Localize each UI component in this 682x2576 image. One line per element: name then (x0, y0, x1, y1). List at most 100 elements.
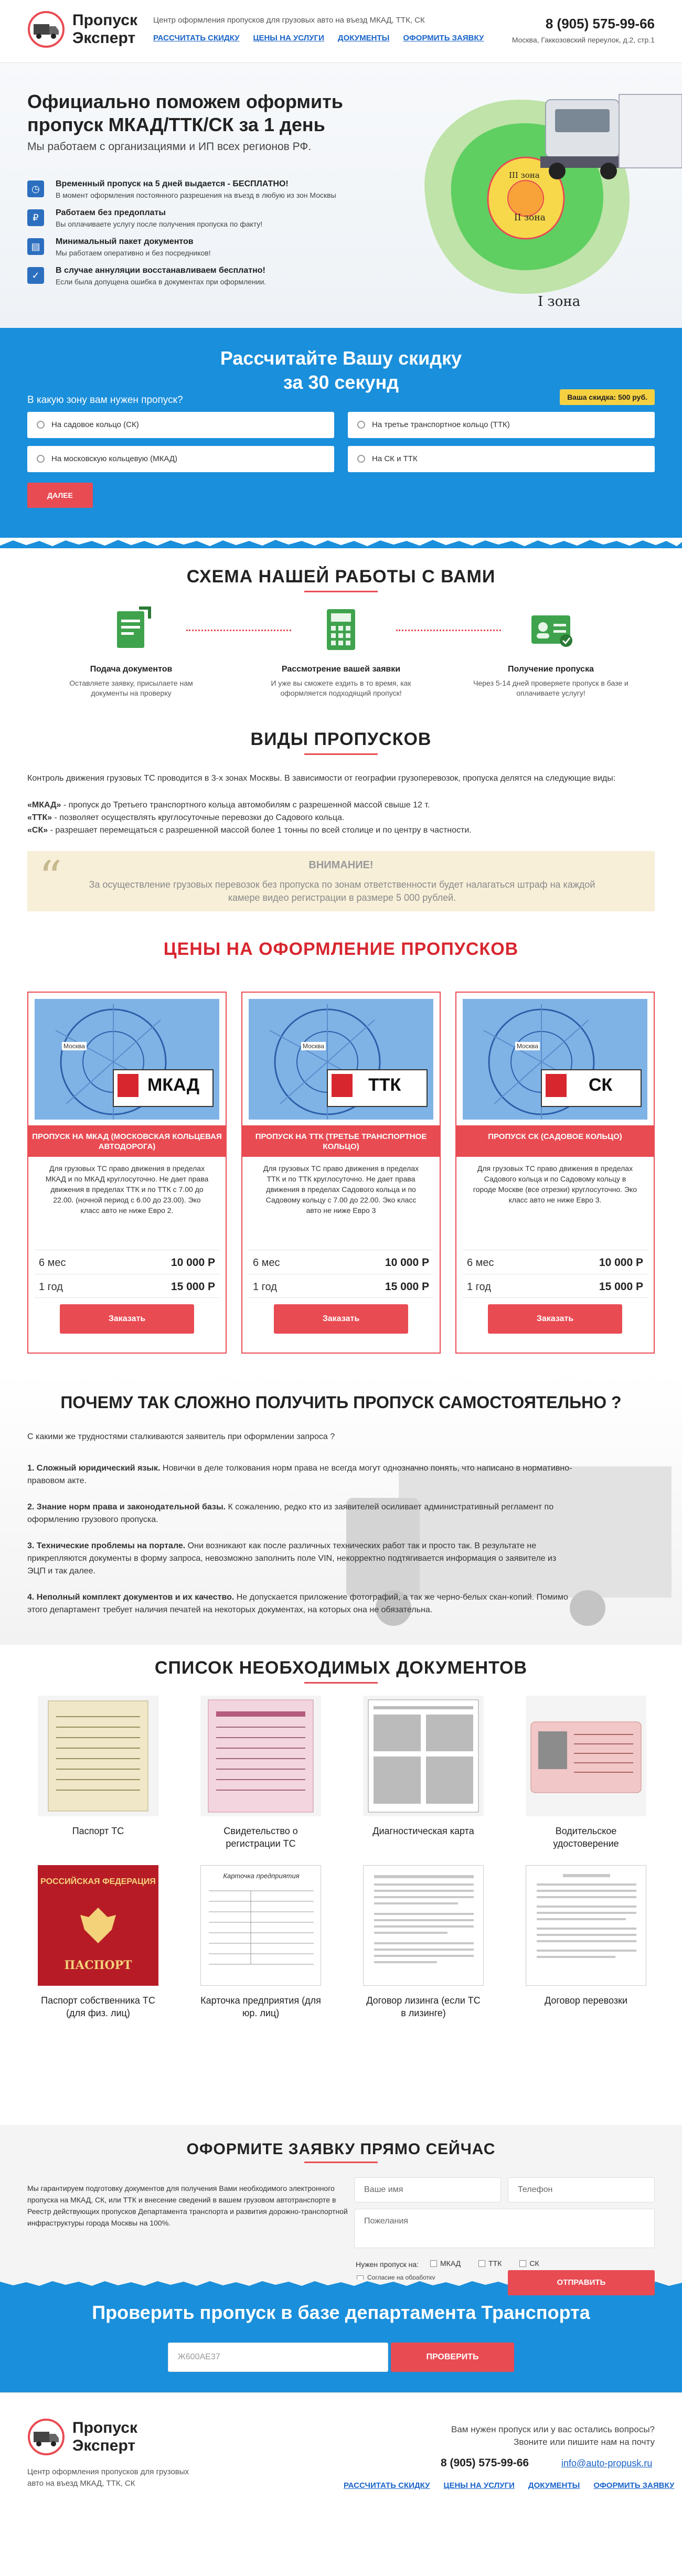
why-point: 1. Сложный юридический язык. Новички в д… (27, 1462, 573, 1487)
benefit-title: В случае аннуляции восстанавливаем беспл… (56, 266, 265, 275)
why-point: 3. Технические проблемы на портале. Они … (27, 1540, 573, 1578)
prices-title: ЦЕНЫ НА ОФОРМЛЕНИЕ ПРОПУСКОВ (163, 939, 519, 959)
footer-logo[interactable]: Пропуск Эксперт (27, 2418, 137, 2456)
nav-order-link[interactable]: ОФОРМИТЬ ЗАЯВКУ (403, 34, 484, 42)
footer-email[interactable]: info@auto-propusk.ru (561, 2458, 652, 2469)
step-desc: Оставляете заявку, присылаете нам докуме… (69, 679, 193, 697)
doc-item: РОССИЙСКАЯ ФЕДЕРАЦИЯ ПАСПОРТ Паспорт соб… (38, 1865, 158, 2019)
hero-section: Официально поможем оформить пропуск МКАД… (0, 63, 682, 328)
footer-description: Центр оформления пропусков для грузовых … (27, 2467, 189, 2488)
doc-item: Договор перевозки (526, 1865, 646, 2007)
wishes-textarea[interactable]: Пожелания (354, 2209, 655, 2248)
zone3-label: III зона (509, 171, 540, 180)
checkbox-mkad[interactable]: МКАД (430, 2259, 461, 2268)
nav-prices-link[interactable]: ЦЕНЫ НА УСЛУГИ (253, 34, 324, 42)
logo-line2: Эксперт (72, 2437, 136, 2454)
document-upload-icon (108, 606, 155, 653)
nav-docs-link[interactable]: ДОКУМЕНТЫ (528, 2481, 580, 2490)
price-row: 1 год 15 000 Р (463, 1274, 647, 1298)
checkbox-label: ТТК (488, 2259, 502, 2268)
step-title: Рассмотрение вашей заявки (281, 665, 401, 674)
order-button[interactable]: Заказать (274, 1304, 408, 1334)
nav-prices-link[interactable]: ЦЕНЫ НА УСЛУГИ (444, 2481, 515, 2490)
checkbox-ttk[interactable]: ТТК (478, 2259, 502, 2268)
doc-item: Водительское удостоверение (526, 1696, 646, 1850)
footer-phone[interactable]: 8 (905) 575-99-66 (441, 2457, 529, 2469)
header-nav: РАССЧИТАТЬ СКИДКУ ЦЕНЫ НА УСЛУГИ ДОКУМЕН… (153, 34, 484, 42)
benefit-desc: Если была допущена ошибка в документах п… (56, 278, 267, 286)
price-row: 6 мес 10 000 Р (463, 1250, 647, 1274)
attention-title: ВНИМАНИЕ! (308, 859, 374, 871)
nav-order-link[interactable]: ОФОРМИТЬ ЗАЯВКУ (593, 2481, 674, 2490)
pass-label: Нужен пропуск на: (356, 2260, 419, 2269)
truck-logo-icon (27, 10, 65, 48)
zone-option-label: На московскую кольцевую (МКАД) (51, 454, 178, 463)
truck-logo-icon (27, 2418, 65, 2456)
site-header: Пропуск Эксперт Центр оформления пропуско… (0, 0, 682, 63)
zone-option-ttk[interactable]: На третье транспортное кольцо (ТТК) (348, 412, 655, 438)
coat-of-arms-icon (80, 1908, 116, 1943)
checkbox-sk[interactable]: СК (519, 2259, 539, 2268)
price-period: 6 мес (253, 1257, 280, 1269)
price-row: 1 год 15 000 Р (249, 1274, 433, 1298)
calc-title-line1: Рассчитайте Вашу скидку (220, 347, 462, 369)
header-phone[interactable]: 8 (905) 575-99-66 (546, 16, 655, 32)
name-input[interactable]: Ваше имя (354, 2177, 501, 2202)
nav-calc-link[interactable]: РАССЧИТАТЬ СКИДКУ (153, 34, 240, 42)
map-city-label: Москва (515, 1042, 540, 1050)
radio-button[interactable] (357, 455, 365, 463)
site-footer: Пропуск Эксперт Центр оформления пропуско… (0, 2392, 682, 2576)
header-address: Москва, Гаккозовский переулок, д.2, стр.… (512, 36, 655, 44)
nav-docs-link[interactable]: ДОКУМЕНТЫ (338, 34, 389, 42)
type-key: «ТТК» (27, 813, 52, 822)
price-card-ttk: Москва ТТК ПРОПУСК НА ТТК (ТРЕТЬЕ ТРАНСП… (241, 992, 441, 1354)
scheme-step: Получение пропуска Через 5-14 дней прове… (472, 606, 630, 698)
passport-text: ПАСПОРТ (64, 1958, 132, 1972)
torn-edge (0, 538, 682, 546)
price-value: 15 000 Р (170, 1281, 215, 1293)
doc-item: Свидетельство о регистрации ТС (200, 1696, 321, 1850)
submit-button[interactable]: ОТПРАВИТЬ (508, 2270, 655, 2295)
zone-option-sk-ttk[interactable]: На СК и ТТК (348, 446, 655, 472)
radio-button[interactable] (357, 421, 365, 429)
calc-title: Рассчитайте Вашу скидку за 30 секунд (0, 346, 682, 395)
title-underline (304, 1682, 378, 1684)
zone-map-image: Москва СК (463, 999, 647, 1120)
nav-calc-link[interactable]: РАССЧИТАТЬ СКИДКУ (344, 2481, 430, 2490)
radio-button[interactable] (37, 421, 45, 429)
benefit-item: ▤ Минимальный пакет документов Мы работа… (27, 237, 374, 263)
plate-number-input[interactable]: Ж600АЕ37 (168, 2343, 388, 2372)
footer-nav: РАССЧИТАТЬ СКИДКУ ЦЕНЫ НА УСЛУГИ ДОКУМЕН… (344, 2481, 674, 2490)
doc-item: Диагностическая карта (363, 1696, 484, 1837)
why-point: 4. Неполный комплект документов и их кач… (27, 1591, 573, 1616)
check-button[interactable]: ПРОВЕРИТЬ (391, 2343, 514, 2372)
calc-next-button[interactable]: ДАЛЕЕ (27, 483, 93, 508)
radio-button[interactable] (37, 455, 45, 463)
price-value: 10 000 Р (599, 1257, 643, 1269)
zone-option-sk[interactable]: На садовое кольцо (СК) (27, 412, 334, 438)
zone-option-mkad[interactable]: На московскую кольцевую (МКАД) (27, 446, 334, 472)
order-button[interactable]: Заказать (60, 1304, 194, 1334)
doc-caption: Свидетельство о регистрации ТС (223, 1826, 298, 1849)
card-title: ПРОПУСК НА МКАД (МОСКОВСКАЯ КОЛЬЦЕВАЯ АВ… (28, 1125, 226, 1157)
logo[interactable]: Пропуск Эксперт (27, 10, 137, 48)
docs-title: СПИСОК НЕОБХОДИМЫХ ДОКУМЕНТОВ (154, 1658, 528, 1678)
price-row: 1 год 15 000 Р (35, 1274, 219, 1298)
price-row: 6 мес 10 000 Р (249, 1250, 433, 1274)
benefit-title: Работаем без предоплаты (56, 208, 166, 217)
zone-option-label: На третье транспортное кольцо (ТТК) (372, 420, 510, 429)
price-value: 10 000 Р (170, 1257, 215, 1269)
driver-license-image (526, 1696, 646, 1816)
price-period: 1 год (467, 1281, 491, 1293)
order-text: Мы гарантируем подготовку документов для… (27, 2184, 348, 2227)
order-button[interactable]: Заказать (488, 1304, 622, 1334)
types-intro: Контроль движения грузовых ТС проводится… (27, 774, 616, 783)
why-point: 2. Знание норм права и законодательной б… (27, 1501, 573, 1526)
attention-text: За осуществление грузовых перевозок без … (89, 879, 595, 903)
benefit-item: ₽ Работаем без предоплаты Вы оплачиваете… (27, 208, 374, 235)
doc-caption: Паспорт ТС (72, 1826, 124, 1836)
map-city-label: Москва (301, 1042, 326, 1050)
zone-option-label: На садовое кольцо (СК) (51, 420, 139, 429)
phone-input[interactable]: Телефон (508, 2177, 655, 2202)
type-key: «СК» (27, 826, 48, 835)
